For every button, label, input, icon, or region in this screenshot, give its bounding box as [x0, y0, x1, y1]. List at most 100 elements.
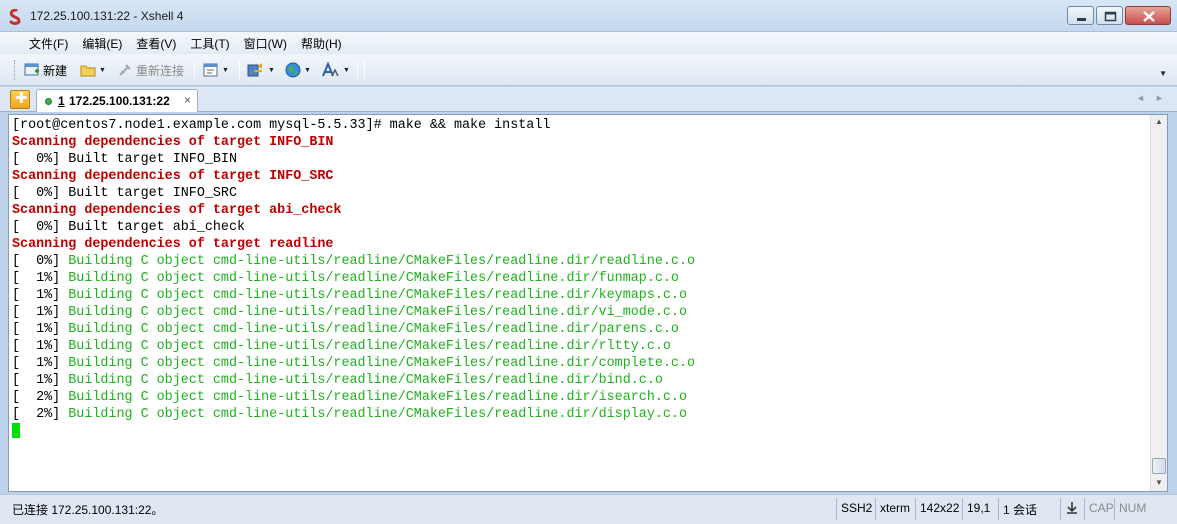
folder-icon — [80, 65, 96, 77]
web-button[interactable]: ▼ — [285, 60, 311, 80]
plus-icon: ✚ — [15, 90, 28, 107]
maximize-button[interactable] — [1096, 6, 1123, 25]
terminal-line-text: Scanning dependencies of target INFO_BIN — [12, 135, 334, 150]
vertical-scrollbar[interactable]: ▲ ▼ — [1150, 115, 1167, 491]
terminal-line: Scanning dependencies of target abi_chec… — [12, 202, 695, 219]
toolbar-separator — [357, 61, 358, 79]
progress-prefix: [ 2%] — [12, 407, 69, 422]
globe-icon — [285, 62, 301, 78]
tab-number: 1 — [58, 94, 65, 108]
caps-lock-indicator: CAP — [1084, 498, 1118, 520]
chevron-down-icon: ▼ — [304, 66, 311, 74]
chevron-down-icon: ▼ — [222, 66, 229, 74]
menu-window[interactable]: 窗口(W) — [237, 35, 294, 52]
terminal-line-text: [root@centos7.node1.example.com mysql-5.… — [12, 118, 551, 133]
terminal-line: [ 1%] Building C object cmd-line-utils/r… — [12, 270, 695, 287]
terminal-cursor — [12, 423, 20, 438]
progress-prefix: [ 1%] — [12, 271, 69, 286]
terminal-line-text: Building C object cmd-line-utils/readlin… — [68, 339, 671, 354]
chevron-down-icon: ▼ — [268, 66, 275, 74]
terminal-line: [ 1%] Building C object cmd-line-utils/r… — [12, 321, 695, 338]
terminal-line: Scanning dependencies of target INFO_BIN — [12, 134, 695, 151]
tab-close-icon[interactable]: × — [184, 93, 191, 107]
terminal-line: [ 1%] Building C object cmd-line-utils/r… — [12, 355, 695, 372]
window-title: 172.25.100.131:22 - Xshell 4 — [30, 9, 184, 23]
progress-prefix: [ 1%] — [12, 288, 69, 303]
scrollbar-thumb[interactable] — [1152, 458, 1166, 474]
scroll-up-icon[interactable]: ▲ — [1155, 117, 1163, 126]
terminal-line: [ 2%] Building C object cmd-line-utils/r… — [12, 406, 695, 423]
toolbar-grip[interactable] — [14, 60, 17, 80]
download-icon[interactable] — [1060, 498, 1083, 520]
close-button[interactable] — [1125, 6, 1171, 25]
terminal-type-indicator: xterm — [875, 498, 914, 520]
tab-label: 172.25.100.131:22 — [69, 94, 170, 108]
progress-prefix: [ 1%] — [12, 322, 69, 337]
new-session-button[interactable]: 新建 — [24, 60, 67, 80]
terminal-area[interactable]: [root@centos7.node1.example.com mysql-5.… — [8, 114, 1168, 492]
chevron-down-icon: ▼ — [343, 66, 350, 74]
menu-file[interactable]: 文件(F) — [22, 35, 75, 52]
progress-prefix: [ 1%] — [12, 305, 69, 320]
terminal-line: [ 0%] Building C object cmd-line-utils/r… — [12, 253, 695, 270]
menu-tools[interactable]: 工具(T) — [183, 35, 236, 52]
tab-scroll-right-icon[interactable]: ► — [1155, 93, 1164, 103]
toolbar-separator — [194, 61, 195, 79]
menu-edit[interactable]: 编辑(E) — [75, 35, 129, 52]
add-tab-button[interactable]: ✚ — [10, 90, 30, 109]
terminal-line-text: Building C object cmd-line-utils/readlin… — [68, 305, 687, 320]
new-session-label: 新建 — [43, 63, 68, 78]
terminal-line-text: Building C object cmd-line-utils/readlin… — [68, 407, 687, 422]
terminal-line: [ 1%] Building C object cmd-line-utils/r… — [12, 338, 695, 355]
progress-prefix: [ 2%] — [12, 390, 69, 405]
terminal-line-text: [ 0%] Built target INFO_SRC — [12, 186, 237, 201]
status-bar: 已连接 172.25.100.131:22。 SSH2 xterm 142x22… — [0, 494, 1177, 524]
font-button[interactable]: ▼ — [322, 60, 350, 80]
terminal-output: [root@centos7.node1.example.com mysql-5.… — [12, 117, 695, 440]
terminal-line-text: Scanning dependencies of target readline — [12, 237, 334, 252]
cursor-position-indicator: 19,1 — [962, 498, 994, 520]
open-folder-button[interactable]: ▼ — [80, 60, 106, 80]
terminal-size-indicator: 142x22 — [915, 498, 963, 520]
chevron-down-icon: ▼ — [99, 66, 106, 74]
scroll-down-icon[interactable]: ▼ — [1155, 478, 1163, 487]
menu-view[interactable]: 查看(V) — [129, 35, 183, 52]
reconnect-button[interactable]: 重新连接 — [117, 60, 184, 80]
session-tab[interactable]: 1 172.25.100.131:22 × — [36, 89, 198, 112]
toolbar-separator — [364, 61, 365, 79]
terminal-line-text: [ 0%] Built target abi_check — [12, 220, 246, 235]
terminal-line: [ 0%] Built target INFO_BIN — [12, 151, 695, 168]
file-transfer-icon — [247, 63, 262, 77]
toolbar-separator — [239, 61, 240, 79]
session-count-indicator: 1 会话 — [998, 498, 1041, 520]
terminal-line-text: Building C object cmd-line-utils/readlin… — [68, 373, 663, 388]
font-icon — [322, 62, 339, 77]
terminal-line: [ 2%] Building C object cmd-line-utils/r… — [12, 389, 695, 406]
reconnect-label: 重新连接 — [136, 63, 185, 78]
connected-status-icon — [45, 98, 52, 105]
terminal-line: Scanning dependencies of target INFO_SRC — [12, 168, 695, 185]
tab-scroll-left-icon[interactable]: ◄ — [1136, 93, 1145, 103]
xshell-app-icon — [9, 9, 21, 25]
terminal-line-text: Scanning dependencies of target INFO_SRC — [12, 169, 334, 184]
minimize-button[interactable] — [1067, 6, 1094, 25]
progress-prefix: [ 1%] — [12, 373, 69, 388]
terminal-prompt-line — [12, 423, 695, 440]
toolbar-overflow-icon[interactable]: ▼ — [1159, 69, 1167, 78]
terminal-line-text: Building C object cmd-line-utils/readlin… — [68, 356, 696, 371]
properties-button[interactable]: ▼ — [203, 60, 229, 80]
title-bar: 172.25.100.131:22 - Xshell 4 — [0, 0, 1177, 32]
progress-prefix: [ 0%] — [12, 254, 69, 269]
terminal-line-text: Scanning dependencies of target abi_chec… — [12, 203, 342, 218]
properties-icon — [203, 63, 218, 77]
connection-status: 已连接 172.25.100.131:22。 — [12, 503, 164, 517]
transfer-button[interactable]: ▼ — [247, 60, 275, 80]
terminal-line-text: Building C object cmd-line-utils/readlin… — [68, 254, 696, 269]
terminal-line-text: [ 0%] Built target INFO_BIN — [12, 152, 237, 167]
menu-help[interactable]: 帮助(H) — [294, 35, 349, 52]
toolbar: 新建 ▼ 重新连接 ▼ ▼ ▼ ▼ ▼ — [0, 54, 1177, 86]
terminal-line: [ 1%] Building C object cmd-line-utils/r… — [12, 287, 695, 304]
terminal-line: [ 1%] Building C object cmd-line-utils/r… — [12, 304, 695, 321]
terminal-line: [root@centos7.node1.example.com mysql-5.… — [12, 117, 695, 134]
num-lock-indicator: NUM — [1114, 498, 1150, 520]
